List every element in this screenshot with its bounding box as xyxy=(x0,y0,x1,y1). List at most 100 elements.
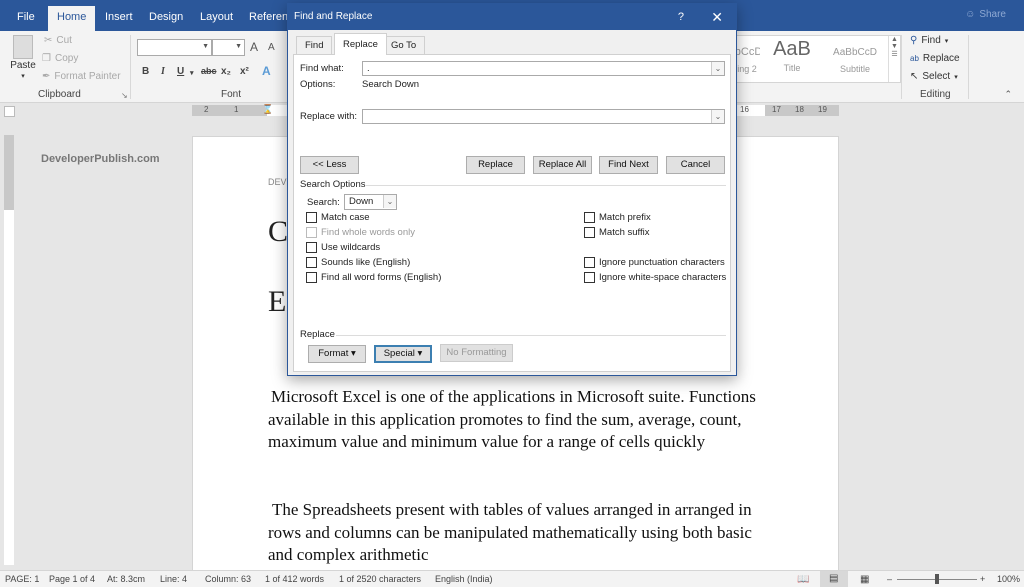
dialog-tab-replace[interactable]: Replace xyxy=(334,33,387,55)
superscript-button[interactable]: x² xyxy=(240,66,249,77)
dialog-launcher-icon[interactable]: ↘ xyxy=(121,91,128,100)
option-checkbox[interactable]: Sounds like (English) xyxy=(306,257,410,268)
tab-insert[interactable]: Insert xyxy=(96,6,142,31)
less-button[interactable]: << Less xyxy=(300,156,359,174)
chevron-down-icon: ▾ xyxy=(954,73,958,81)
option-checkbox[interactable]: Ignore white-space characters xyxy=(584,272,726,283)
heading-1: C xyxy=(268,215,289,248)
format-painter-button[interactable]: ✒ Format Painter xyxy=(42,71,121,82)
shrink-font-button[interactable]: A xyxy=(268,42,275,53)
find-button[interactable]: ⚲ Find ▾ xyxy=(910,35,948,46)
styles-scroll[interactable]: ▲ ▼ ☰ xyxy=(888,36,900,82)
checkbox-box[interactable] xyxy=(306,242,317,253)
dialog-tab-goto[interactable]: Go To xyxy=(382,36,426,54)
dialog-title-bar[interactable]: Find and Replace ? ✕ xyxy=(288,4,736,30)
cursor-icon: ↖ xyxy=(910,71,919,82)
replace-all-button[interactable]: Replace All xyxy=(533,156,592,174)
replace-button[interactable]: ab Replace xyxy=(910,53,960,64)
replace-with-input[interactable]: ⌄ xyxy=(362,109,725,124)
paste-button[interactable]: Paste ▾ xyxy=(10,35,36,80)
option-checkbox[interactable]: Use wildcards xyxy=(306,242,380,253)
underline-button[interactable]: U xyxy=(177,66,184,77)
person-icon: ☺ xyxy=(965,9,976,20)
strikethrough-button[interactable]: abc xyxy=(201,66,217,76)
chevron-down-icon: ▾ xyxy=(944,37,949,45)
grow-font-button[interactable]: A xyxy=(250,40,258,54)
paragraph-1: Microsoft Excel is one of the applicatio… xyxy=(268,387,756,451)
option-checkbox[interactable]: Ignore punctuation characters xyxy=(584,257,725,268)
style-subtitle[interactable]: AaBbCcD Subtitle xyxy=(824,38,886,82)
chevron-down-icon[interactable]: ▾ xyxy=(190,69,194,77)
vertical-ruler[interactable] xyxy=(4,135,14,565)
checkbox-box[interactable] xyxy=(584,212,595,223)
checkbox-box xyxy=(306,227,317,238)
checkbox-box[interactable] xyxy=(584,272,595,283)
copy-button[interactable]: ❐ Copy xyxy=(42,53,78,64)
group-divider xyxy=(968,35,969,99)
chevron-down-icon: ⌄ xyxy=(711,62,724,75)
italic-button[interactable]: I xyxy=(161,66,165,77)
checkbox-box[interactable] xyxy=(306,257,317,268)
indent-marker-icon[interactable]: ⌛ xyxy=(262,104,273,115)
divider xyxy=(366,185,726,186)
option-label: Ignore punctuation characters xyxy=(599,257,725,268)
close-icon[interactable]: ✕ xyxy=(711,4,723,30)
option-checkbox[interactable]: Match prefix xyxy=(584,212,651,223)
share-button[interactable]: ☺ Share xyxy=(965,9,1006,20)
option-checkbox[interactable]: Match case xyxy=(306,212,370,223)
option-checkbox[interactable]: Find all word forms (English) xyxy=(306,272,441,283)
option-label: Match prefix xyxy=(599,212,651,223)
status-page-of[interactable]: Page 1 of 4 xyxy=(49,574,95,584)
status-bar: PAGE: 1 Page 1 of 4 At: 8.3cm Line: 4 Co… xyxy=(0,570,1024,587)
tab-design[interactable]: Design xyxy=(140,6,192,31)
replace-section-label: Replace xyxy=(300,329,335,340)
status-language[interactable]: English (India) xyxy=(435,574,493,584)
subscript-button[interactable]: x₂ xyxy=(221,66,231,77)
brush-icon: ✒ xyxy=(42,71,51,82)
clipboard-label: Clipboard xyxy=(38,89,81,100)
status-words[interactable]: 1 of 412 words xyxy=(265,574,324,584)
replace-panel: Find what: . ⌄ Options: Search Down Repla… xyxy=(293,54,731,372)
bold-button[interactable]: B xyxy=(142,66,149,77)
search-direction-label: Search: xyxy=(307,197,340,208)
collapse-ribbon-icon[interactable]: ⌃ xyxy=(1004,89,1012,100)
replace-button[interactable]: Replace xyxy=(466,156,525,174)
help-button[interactable]: ? xyxy=(678,4,684,30)
clipboard-icon xyxy=(13,35,33,59)
font-name-select[interactable]: ▼ xyxy=(137,39,212,56)
web-layout-icon[interactable]: ▦ xyxy=(860,574,869,585)
find-replace-dialog: Find and Replace ? ✕ Find Replace Go To … xyxy=(287,3,737,376)
zoom-out-button[interactable]: – xyxy=(887,574,892,584)
select-button[interactable]: ↖ Select ▾ xyxy=(910,71,958,82)
find-what-input[interactable]: . ⌄ xyxy=(362,61,725,76)
tab-layout[interactable]: Layout xyxy=(191,6,242,31)
tab-home[interactable]: Home xyxy=(48,6,96,31)
cut-button[interactable]: ✂ Cut xyxy=(44,35,72,46)
read-mode-icon[interactable]: 📖 xyxy=(797,574,809,585)
status-line: Line: 4 xyxy=(160,574,188,584)
checkbox-box[interactable] xyxy=(584,257,595,268)
tab-file[interactable]: File xyxy=(8,6,44,31)
option-checkbox[interactable]: Match suffix xyxy=(584,227,650,238)
dialog-tab-find[interactable]: Find xyxy=(296,36,333,54)
checkbox-box[interactable] xyxy=(306,272,317,283)
print-layout-button[interactable]: ▤ xyxy=(820,571,848,587)
format-button[interactable]: Format ▾ xyxy=(308,345,366,363)
checkbox-box[interactable] xyxy=(584,227,595,238)
search-direction-select[interactable]: Down ⌄ xyxy=(344,194,397,210)
style-title[interactable]: AaB Title xyxy=(762,38,822,82)
text-effects-button[interactable]: A xyxy=(262,64,271,78)
find-next-button[interactable]: Find Next xyxy=(599,156,658,174)
zoom-slider-thumb[interactable] xyxy=(935,574,939,584)
zoom-level[interactable]: 100% xyxy=(997,574,1020,584)
styles-gallery[interactable]: AaBbCcD ing 2 AaB Title AaBbCcD Subtitle… xyxy=(733,35,901,83)
group-divider xyxy=(130,35,131,99)
special-button[interactable]: Special ▾ xyxy=(374,345,432,363)
font-size-select[interactable]: ▼ xyxy=(212,39,245,56)
status-at: At: 8.3cm xyxy=(107,574,146,584)
style-heading2[interactable]: AaBbCcD ing 2 xyxy=(734,38,760,82)
cancel-button[interactable]: Cancel xyxy=(666,156,725,174)
tab-selector[interactable] xyxy=(4,106,15,117)
checkbox-box[interactable] xyxy=(306,212,317,223)
zoom-in-button[interactable]: + xyxy=(980,574,985,584)
